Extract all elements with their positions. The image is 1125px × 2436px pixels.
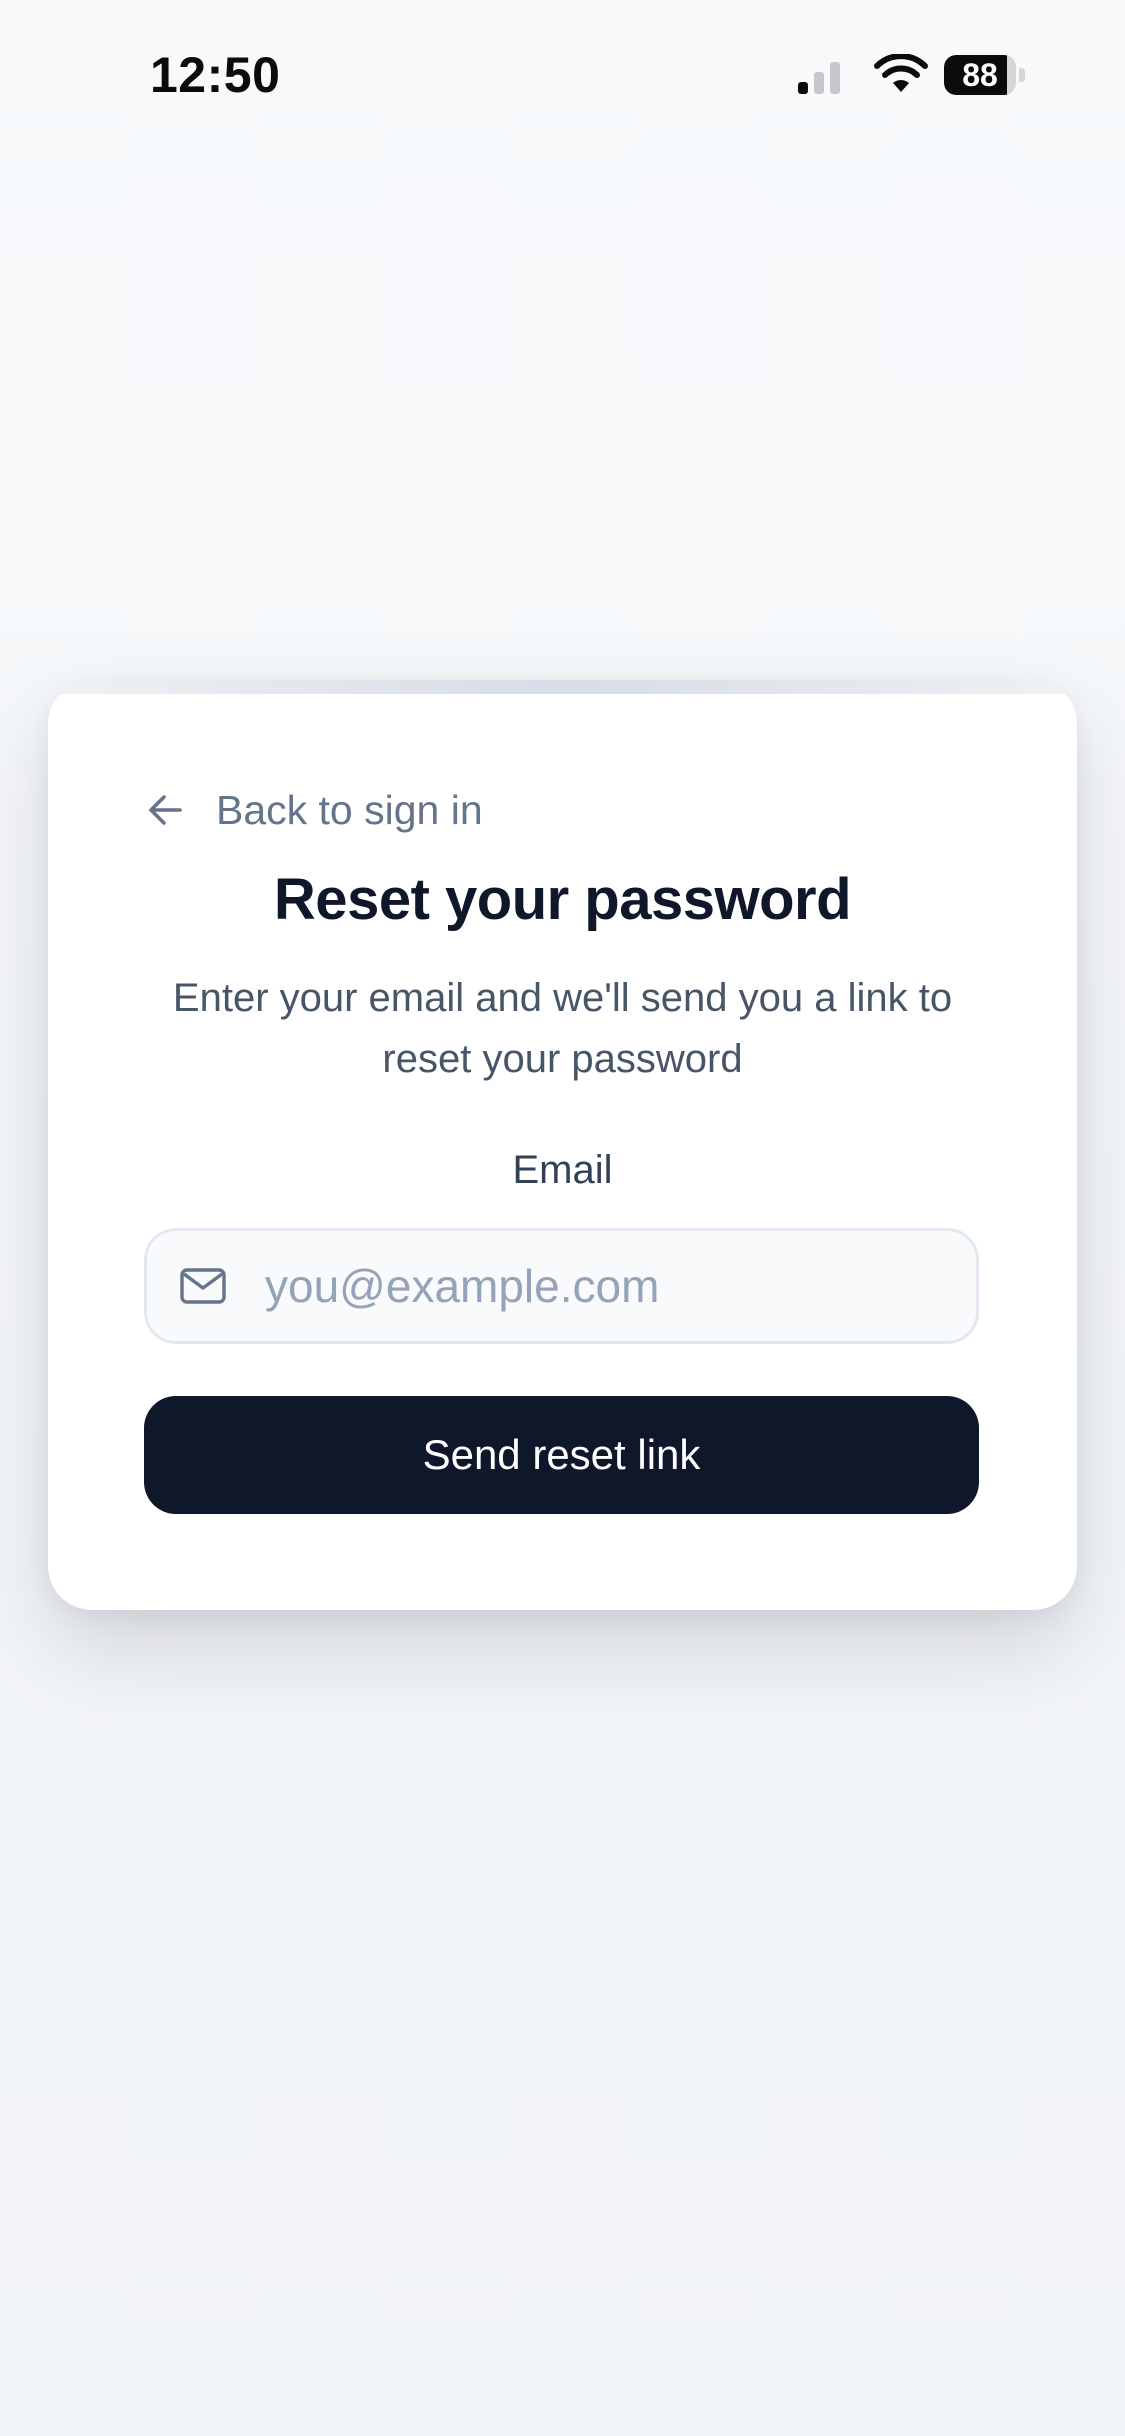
send-reset-link-button[interactable]: Send reset link	[144, 1396, 979, 1514]
email-field-container[interactable]	[144, 1228, 979, 1344]
email-field-label: Email	[512, 1148, 613, 1192]
card-top-accent	[48, 680, 1077, 694]
status-time: 12:50	[150, 47, 281, 103]
email-field[interactable]	[265, 1231, 955, 1341]
wifi-icon	[874, 54, 928, 92]
battery-level: 88	[962, 57, 998, 93]
status-bar: 12:50 88	[0, 0, 1125, 150]
page-subtitle: Enter your email and we'll send you a li…	[172, 976, 953, 1081]
page-title: Reset your password	[273, 867, 852, 932]
arrow-left-icon	[149, 795, 182, 825]
back-to-sign-in-link[interactable]: Back to sign in	[144, 780, 483, 840]
reset-password-card: Back to sign in Reset your password Ente…	[48, 680, 1077, 1610]
mail-icon	[180, 1268, 226, 1304]
cellular-signal-icon	[798, 56, 856, 94]
battery-icon: 88	[944, 55, 1026, 95]
back-link-label: Back to sign in	[216, 786, 483, 833]
